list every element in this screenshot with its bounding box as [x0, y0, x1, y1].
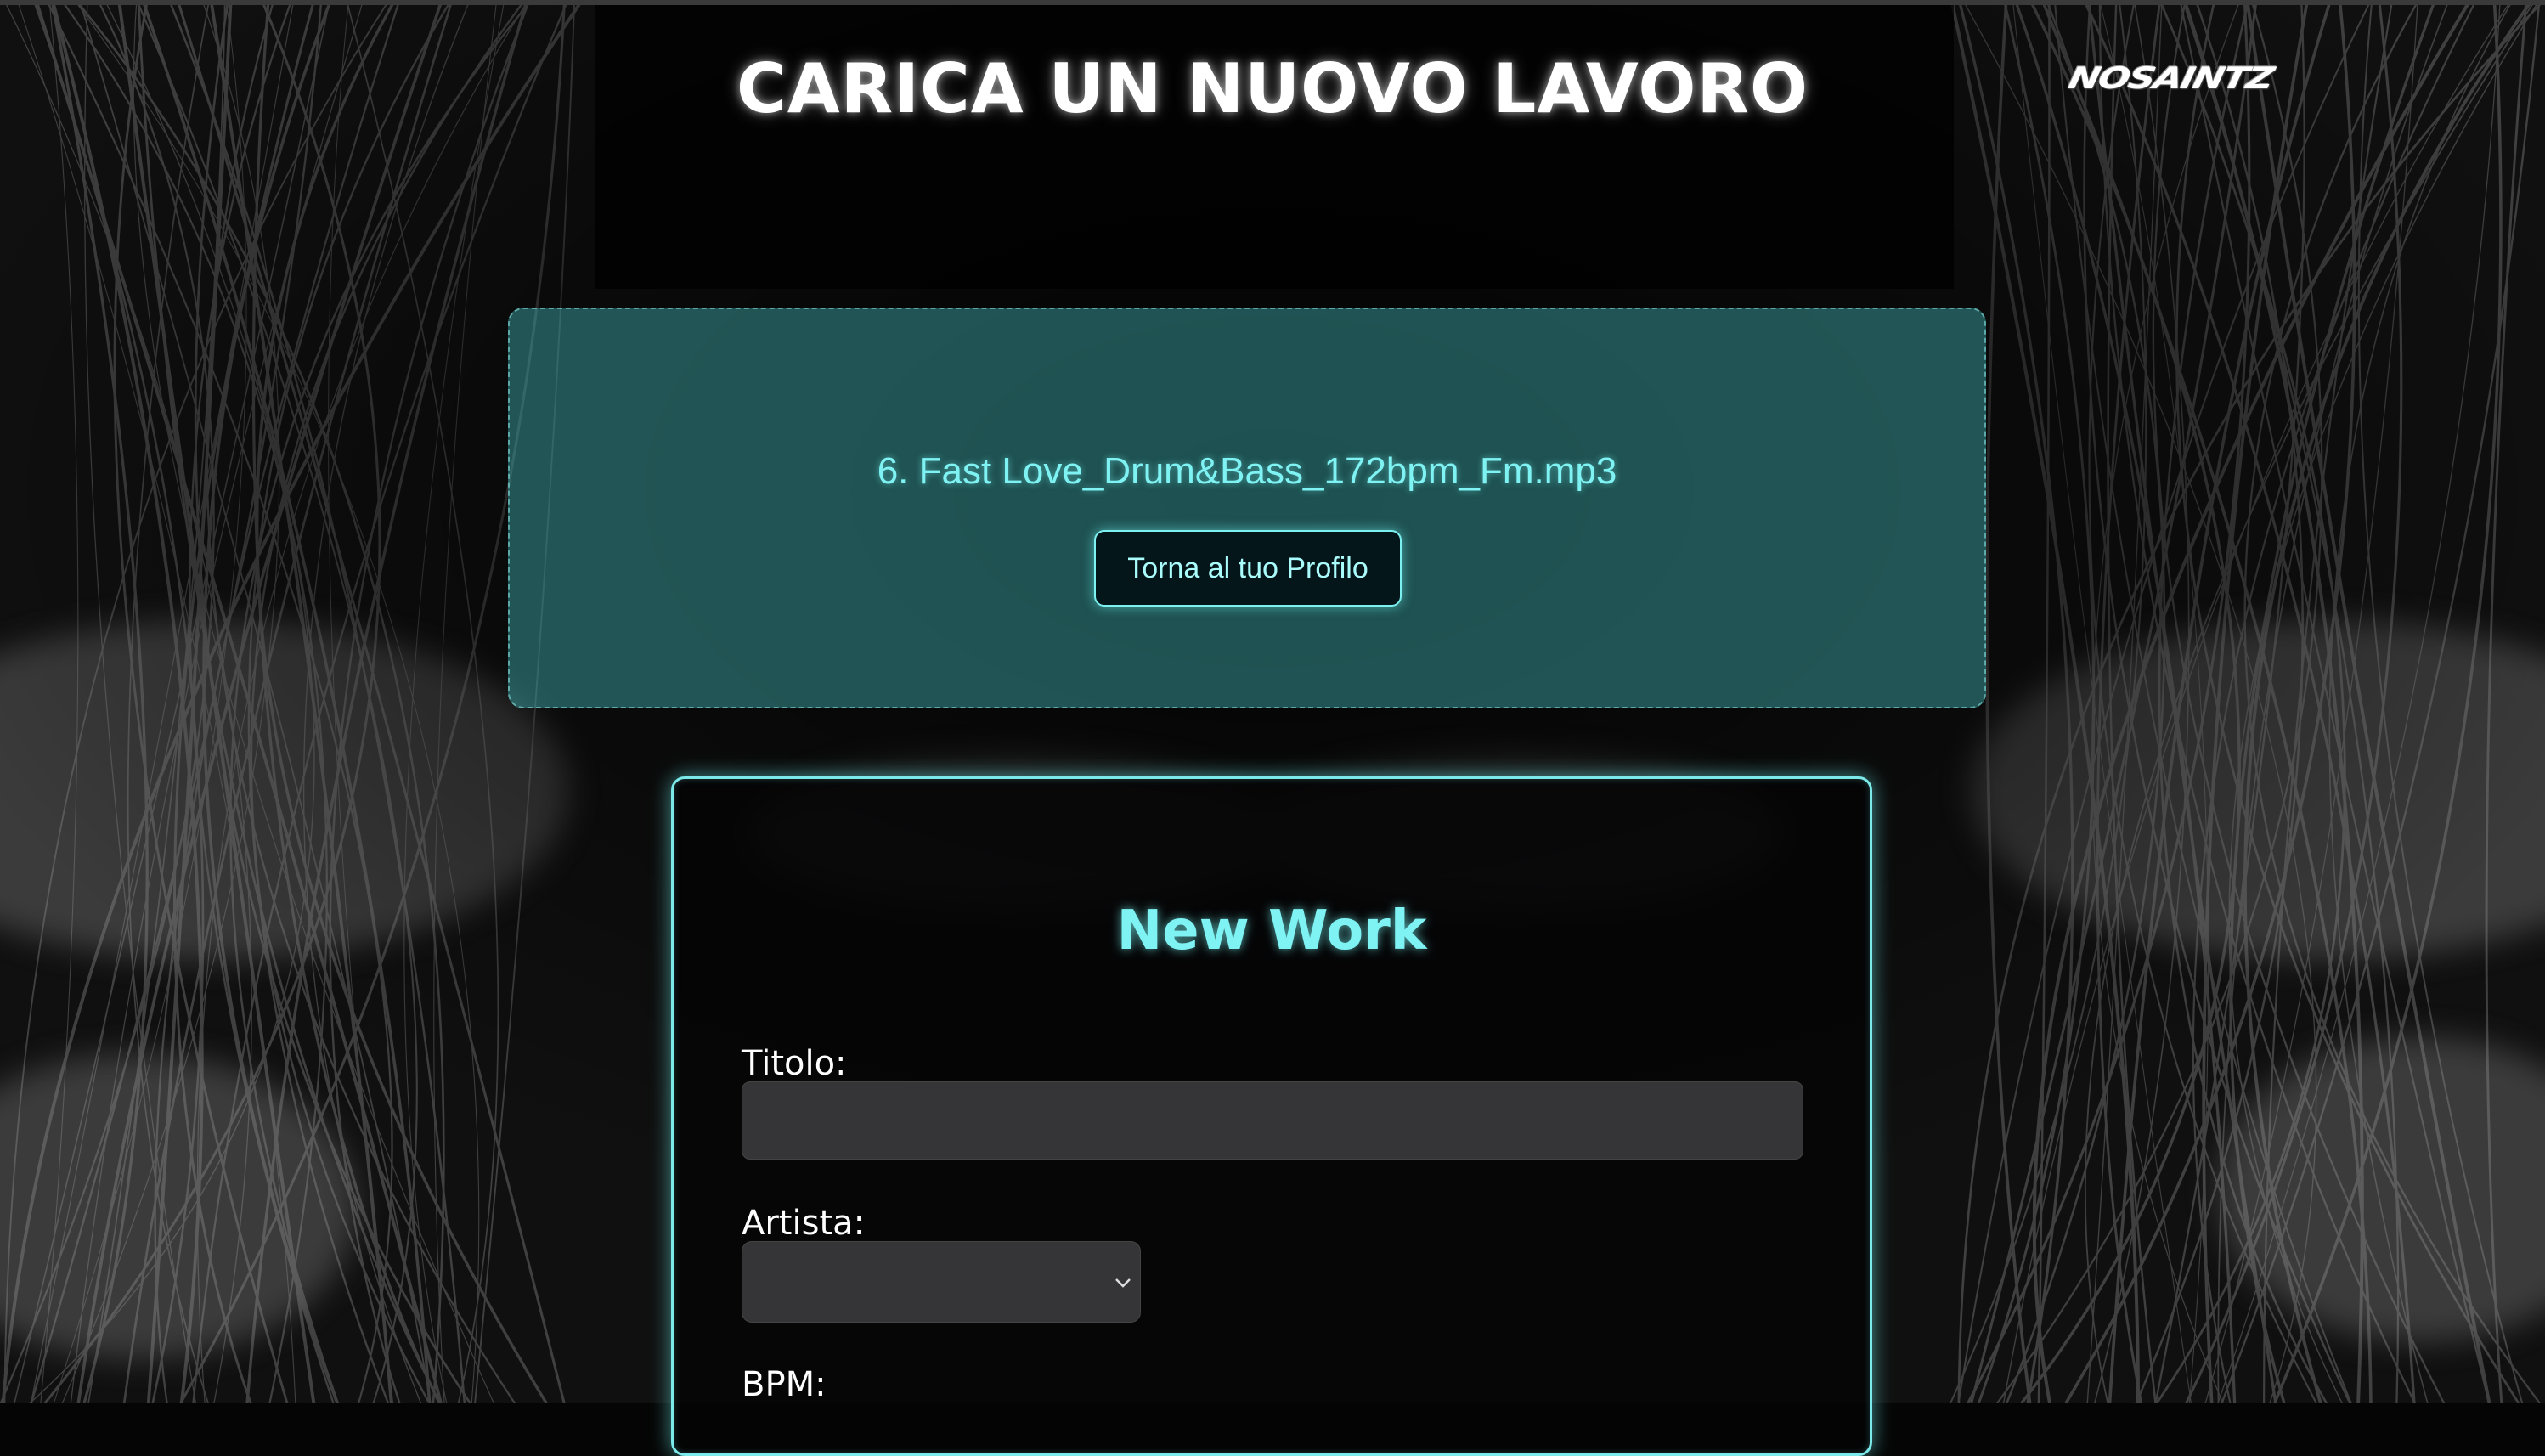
uploaded-file-name: 6. Fast Love_Drum&Bass_172bpm_Fm.mp3	[877, 450, 1617, 492]
upload-dropzone[interactable]: 6. Fast Love_Drum&Bass_172bpm_Fm.mp3 Tor…	[508, 308, 1986, 708]
bpm-label: BPM:	[742, 1365, 827, 1404]
back-to-profile-button[interactable]: Torna al tuo Profilo	[1094, 530, 1402, 607]
title-input[interactable]	[742, 1081, 1803, 1160]
window-top-border	[0, 0, 2545, 5]
artist-select[interactable]	[742, 1241, 1141, 1323]
brand-logo[interactable]: NOSAINTZ	[2065, 61, 2334, 97]
new-work-form: New Work Titolo: Artista: BPM:	[671, 776, 1872, 1456]
form-title: New Work	[1116, 900, 1427, 962]
title-label: Titolo:	[742, 1044, 847, 1083]
chevron-down-icon	[1115, 1278, 1131, 1288]
artist-label: Artista:	[742, 1204, 866, 1243]
